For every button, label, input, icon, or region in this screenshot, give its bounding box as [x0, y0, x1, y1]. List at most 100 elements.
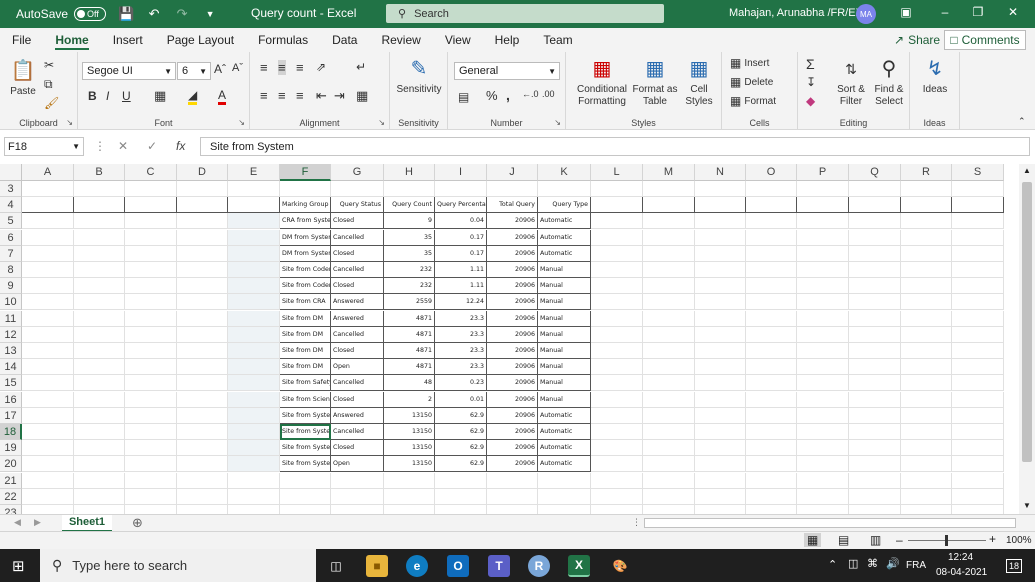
tab-file[interactable]: File [0, 28, 43, 52]
table-cell[interactable]: Cancelled [331, 326, 384, 343]
cell[interactable] [228, 472, 280, 489]
column-header-b[interactable]: B [74, 164, 125, 181]
row-header-11[interactable]: 11 [0, 310, 22, 327]
table-cell[interactable]: 20906 [487, 343, 538, 359]
align-center-icon[interactable]: ≡ [278, 88, 286, 103]
row-header-5[interactable]: 5 [0, 213, 22, 230]
table-cell[interactable]: Site from System [280, 456, 331, 473]
cell[interactable] [177, 505, 228, 514]
column-header-p[interactable]: P [797, 164, 849, 181]
cell[interactable] [177, 326, 228, 343]
tab-data[interactable]: Data [320, 28, 369, 52]
cell[interactable] [177, 472, 228, 489]
table-cell[interactable]: 20906 [487, 245, 538, 262]
table-header-cell[interactable]: Query Count [384, 197, 435, 214]
row-header-7[interactable]: 7 [0, 245, 22, 262]
cell[interactable] [74, 359, 125, 376]
table-cell[interactable]: 20906 [487, 391, 538, 408]
file-explorer-icon[interactable]: ■ [366, 555, 388, 577]
cell[interactable] [695, 213, 746, 230]
row-header-21[interactable]: 21 [0, 472, 22, 489]
redo-icon[interactable]: ↷ [174, 6, 190, 22]
cell[interactable] [125, 488, 177, 505]
cell[interactable] [487, 472, 538, 489]
cell[interactable] [695, 197, 746, 214]
font-color-icon[interactable]: A [218, 88, 227, 105]
cell[interactable] [695, 440, 746, 457]
cell[interactable] [746, 505, 797, 514]
task-view-icon[interactable]: ◫ [325, 555, 347, 577]
table-cell[interactable]: Automatic [538, 440, 591, 457]
table-cell[interactable]: Site from System [280, 440, 331, 457]
cell[interactable] [228, 245, 280, 262]
cell[interactable] [177, 278, 228, 295]
table-cell[interactable]: DM from System [280, 229, 331, 246]
tab-insert[interactable]: Insert [101, 28, 155, 52]
cell[interactable] [643, 359, 695, 376]
cell[interactable] [74, 262, 125, 278]
column-header-s[interactable]: S [952, 164, 1004, 181]
cell[interactable] [849, 488, 901, 505]
align-middle-icon[interactable]: ≡ [278, 60, 286, 75]
font-launcher-icon[interactable]: ↘ [238, 118, 245, 127]
cell[interactable] [849, 310, 901, 327]
table-header-cell[interactable]: Query Status [331, 197, 384, 214]
cell[interactable] [22, 424, 74, 440]
cell[interactable] [849, 472, 901, 489]
select-all-corner[interactable] [0, 164, 22, 181]
column-header-k[interactable]: K [538, 164, 591, 181]
table-cell[interactable]: 23.3 [435, 326, 487, 343]
table-cell[interactable]: 23.3 [435, 343, 487, 359]
table-cell[interactable]: Answered [331, 294, 384, 311]
percent-icon[interactable]: % [486, 88, 498, 103]
cell[interactable] [487, 181, 538, 197]
table-cell[interactable]: Closed [331, 213, 384, 230]
cell[interactable] [746, 488, 797, 505]
cell[interactable] [797, 213, 849, 230]
cell[interactable] [228, 424, 280, 440]
cell[interactable] [695, 310, 746, 327]
tab-review[interactable]: Review [369, 28, 432, 52]
cell[interactable] [797, 440, 849, 457]
cell[interactable] [125, 278, 177, 295]
cell[interactable] [695, 278, 746, 295]
table-cell[interactable]: Closed [331, 245, 384, 262]
cell[interactable] [643, 488, 695, 505]
cell[interactable] [901, 488, 952, 505]
cell[interactable] [22, 294, 74, 311]
table-cell[interactable]: Site from Safety [280, 375, 331, 392]
table-cell[interactable]: Closed [331, 440, 384, 457]
cell[interactable] [125, 505, 177, 514]
column-header-o[interactable]: O [746, 164, 797, 181]
cell[interactable] [643, 181, 695, 197]
cell[interactable] [746, 278, 797, 295]
search-box[interactable]: ⚲ Search [386, 4, 664, 23]
cell[interactable] [125, 456, 177, 473]
wrap-text-icon[interactable]: ↵ [356, 60, 366, 74]
taskbar-search[interactable]: ⚲ Type here to search [40, 549, 316, 582]
cell[interactable] [177, 359, 228, 376]
cell[interactable] [177, 294, 228, 311]
table-cell[interactable]: 20906 [487, 407, 538, 424]
cell[interactable] [22, 472, 74, 489]
merge-center-icon[interactable]: ▦ [356, 88, 368, 104]
cell[interactable] [538, 181, 591, 197]
cell[interactable] [177, 456, 228, 473]
cell[interactable] [849, 375, 901, 392]
cell[interactable] [797, 310, 849, 327]
format-as-table-button[interactable]: ▦ Format as Table [632, 56, 678, 108]
cell[interactable] [125, 472, 177, 489]
cell[interactable] [952, 181, 1004, 197]
cell[interactable] [746, 407, 797, 424]
r-app-icon[interactable]: R [528, 555, 550, 577]
cell[interactable] [177, 197, 228, 214]
align-left-icon[interactable]: ≡ [260, 88, 268, 103]
bold-icon[interactable]: B [88, 89, 97, 103]
cell[interactable] [952, 375, 1004, 392]
cell[interactable] [849, 229, 901, 246]
cell[interactable] [591, 326, 643, 343]
cancel-icon[interactable]: ✕ [118, 139, 128, 153]
cell[interactable] [177, 375, 228, 392]
table-cell[interactable]: 20906 [487, 359, 538, 376]
cell[interactable] [746, 294, 797, 311]
